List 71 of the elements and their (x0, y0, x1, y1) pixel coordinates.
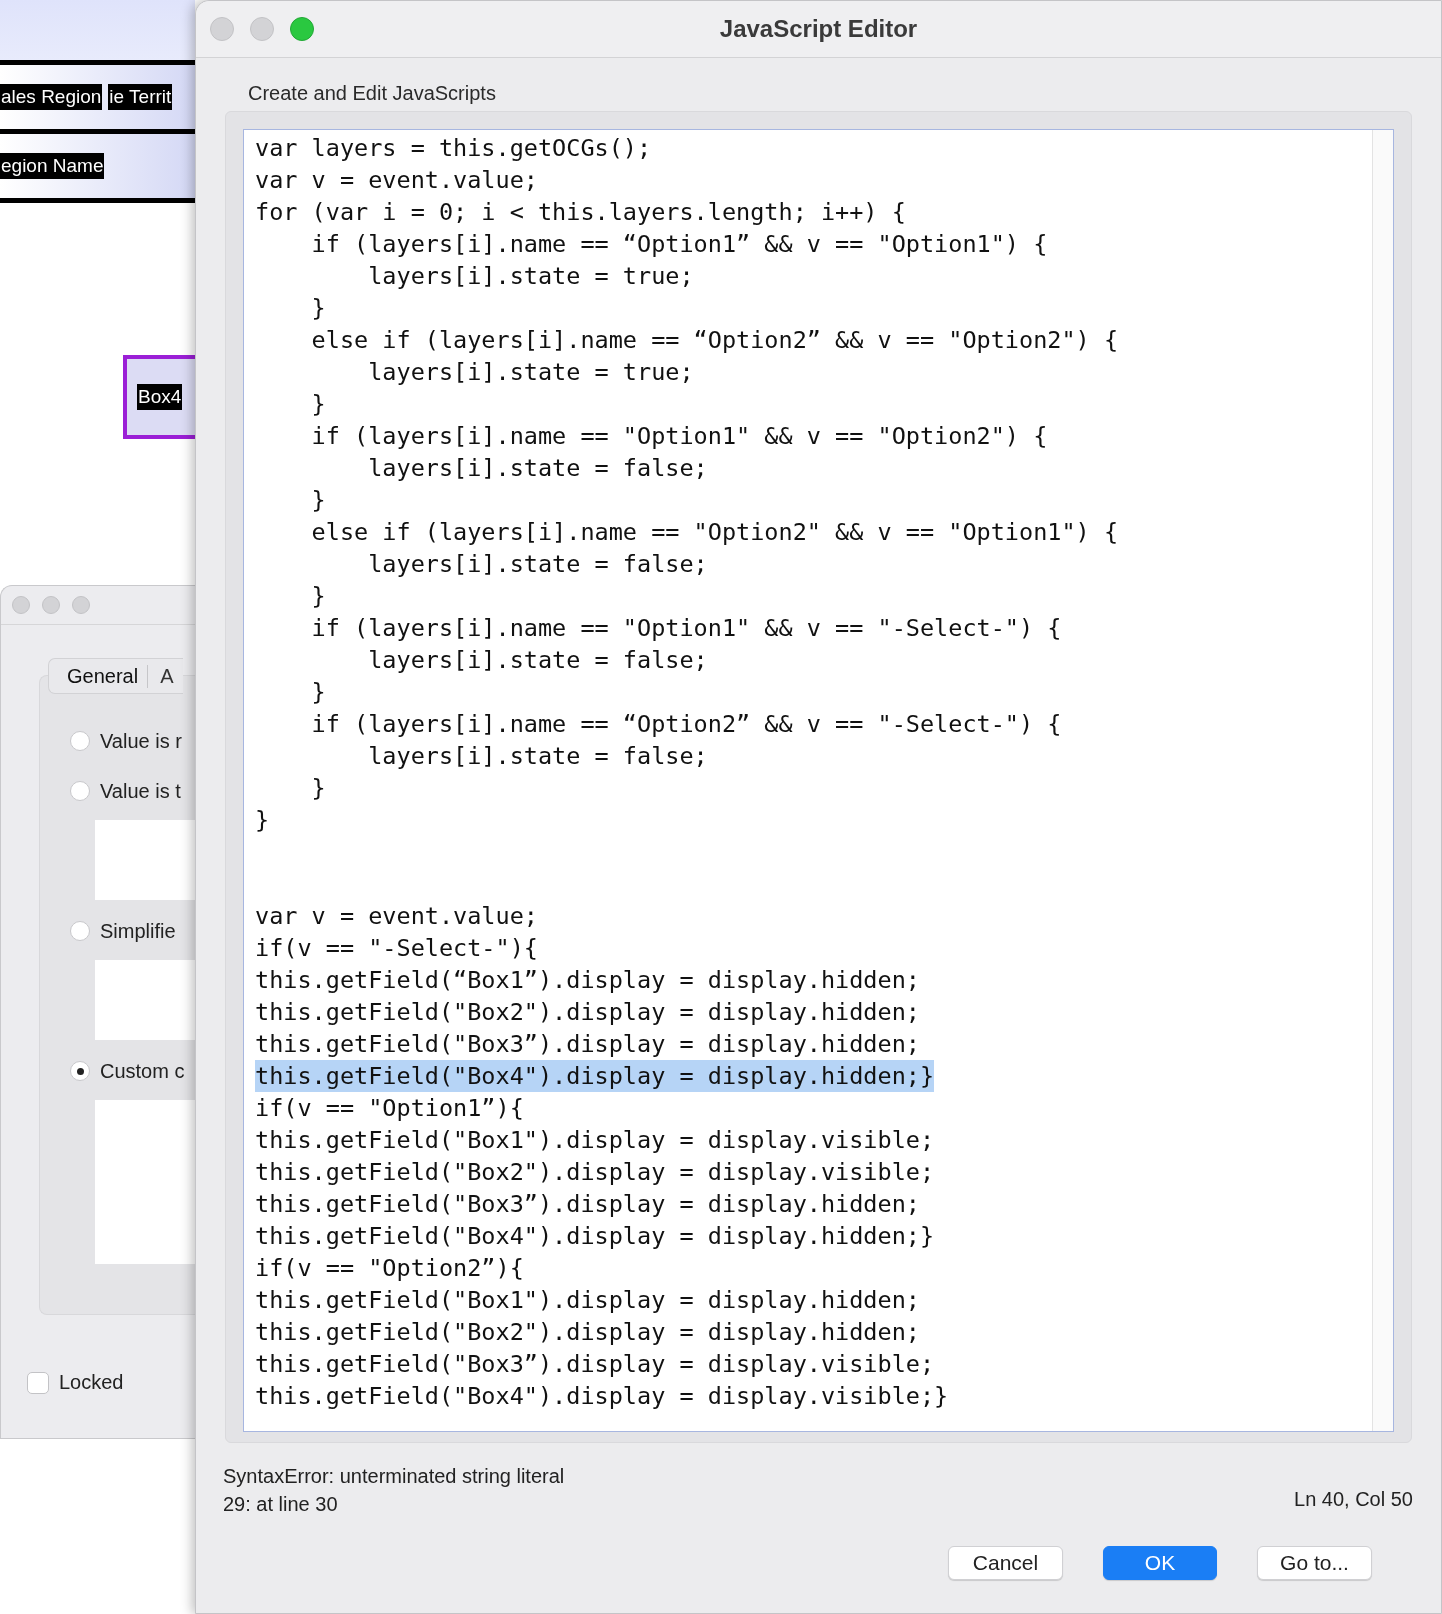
code-line: for (var i = 0; i < this.layers.length; i++) { (255, 197, 906, 228)
code-line: var v = event.value; (255, 165, 538, 196)
tab[interactable]: General (49, 664, 149, 688)
code-line: } (310, 581, 326, 612)
window-control-icon[interactable] (72, 596, 90, 614)
code-line: else if (layers[i].name == "Option2" && v == "Option1") { (310, 517, 1119, 548)
code-line: if (layers[i].name == “Option2” && v == "-Select-") { (310, 709, 1062, 740)
radio-button[interactable] (70, 781, 90, 801)
code-line: var layers = this.getOCGs(); (255, 133, 652, 164)
code-line: } (310, 485, 326, 516)
code-line: this.getField(“Box1”).display = display.hidden; (255, 965, 920, 996)
code-line: this.getField("Box2").display = display.visible; (255, 1157, 935, 1188)
section-heading: Create and Edit JavaScripts (248, 82, 497, 105)
window-control-icon[interactable] (12, 596, 30, 614)
code-line: var v = event.value; (255, 901, 538, 932)
option-label: Simplifie (100, 919, 176, 943)
code-line: layers[i].state = false; (367, 645, 708, 676)
text-area[interactable] (95, 960, 195, 1040)
code-line: layers[i].state = false; (367, 549, 708, 580)
dialog-button[interactable]: Cancel (948, 1546, 1063, 1580)
code-line: this.getField("Box3”).display = display.visible; (255, 1349, 935, 1380)
code-line: layers[i].state = true; (367, 357, 694, 388)
radio-button[interactable] (70, 731, 90, 751)
scrollbar[interactable] (1372, 130, 1393, 1431)
code-line: this.getField("Box3”).display = display.hidden; (255, 1029, 920, 1060)
code-line: this.getField("Box2").display = display.hidden; (255, 1317, 920, 1348)
code-line: else if (layers[i].name == “Option2” && v == "Option2") { (310, 325, 1119, 356)
window-title: JavaScript Editor (719, 15, 918, 43)
error-message: SyntaxError: unterminated string literal (223, 1464, 565, 1489)
radio-button[interactable] (70, 921, 90, 941)
code-line: if(v == "Option1”){ (255, 1093, 524, 1124)
dialog-button[interactable]: Go to... (1257, 1546, 1372, 1580)
code-line: if(v == "Option2”){ (255, 1253, 524, 1284)
window-control-icon[interactable] (210, 17, 234, 41)
ok-button[interactable]: OK (1103, 1546, 1217, 1580)
code-line: } (255, 805, 270, 836)
code-line: } (310, 677, 326, 708)
window-control-icon[interactable] (290, 17, 314, 41)
code-line: this.getField("Box2").display = display.hidden; (255, 997, 920, 1028)
code-line: layers[i].state = true; (367, 261, 694, 292)
code-line: if(v == "-Select-"){ (255, 933, 538, 964)
form-field[interactable]: Box4 (123, 355, 195, 439)
radio-button[interactable] (70, 1061, 90, 1081)
checkbox[interactable] (27, 1371, 49, 1394)
code-line: layers[i].state = false; (367, 741, 708, 772)
cursor-position: Ln 40, Col 50 (1294, 1488, 1413, 1511)
option-label: Custom c (100, 1059, 185, 1083)
code-line: } (310, 293, 326, 324)
text-area[interactable] (95, 820, 195, 900)
code-line: this.getField("Box4").display = display.hidden;} (255, 1221, 935, 1252)
code-line: if (layers[i].name == “Option1” && v == "Option1") { (310, 229, 1048, 260)
window-control-icon[interactable] (250, 17, 274, 41)
option-label: Value is t (100, 779, 181, 803)
code-line: this.getField("Box1").display = display.visible; (255, 1125, 935, 1156)
text-area[interactable] (95, 1100, 195, 1264)
error-message: 29: at line 30 (223, 1492, 339, 1517)
code-line: if (layers[i].name == "Option1" && v == "-Select-") { (310, 613, 1062, 644)
window-control-icon[interactable] (42, 596, 60, 614)
code-line: layers[i].state = false; (367, 453, 708, 484)
code-line: this.getField("Box1").display = display.hidden; (255, 1285, 920, 1316)
code-line: this.getField("Box4").display = display.visible;} (255, 1381, 949, 1412)
code-line: this.getField("Box3”).display = display.hidden; (255, 1189, 920, 1220)
header-label: ie Territ (108, 84, 173, 110)
tab[interactable]: A (148, 664, 183, 688)
code-line: } (310, 773, 326, 804)
code-line: if (layers[i].name == "Option1" && v == "Option2") { (310, 421, 1048, 452)
row-label: egion Name (0, 153, 105, 179)
code-line: } (310, 389, 326, 420)
header-label: ales Region (0, 84, 103, 110)
option-label: Value is r (100, 729, 182, 753)
checkbox-label: Locked (59, 1371, 124, 1394)
